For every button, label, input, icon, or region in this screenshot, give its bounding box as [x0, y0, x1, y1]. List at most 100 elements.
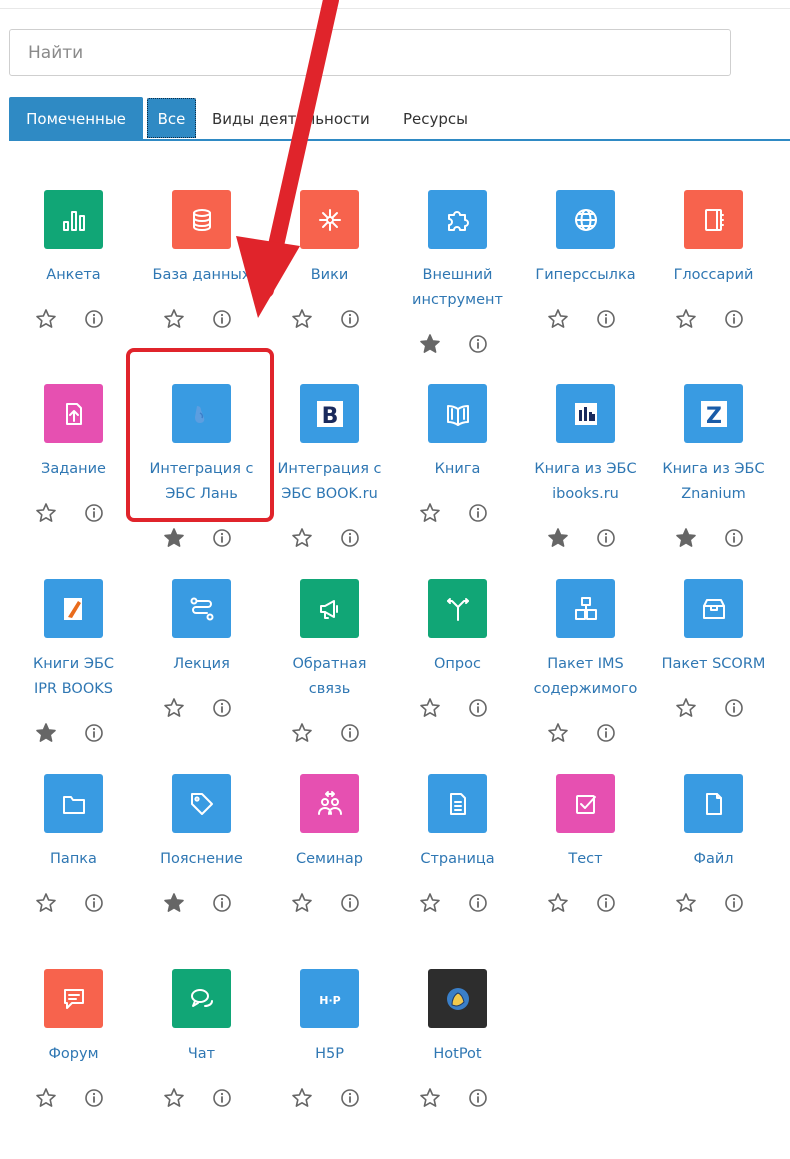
star-outline-icon[interactable] — [547, 722, 569, 744]
info-icon[interactable] — [468, 334, 488, 354]
info-icon[interactable] — [340, 1088, 360, 1108]
module-label[interactable]: Пакет IMS содержимого — [521, 652, 650, 702]
info-icon[interactable] — [468, 893, 488, 913]
module-label[interactable]: Задание — [9, 457, 138, 482]
module-tile[interactable]: Вики — [265, 190, 394, 380]
module-label[interactable]: Вики — [265, 263, 394, 288]
module-tile[interactable]: Гиперссылка — [521, 190, 650, 380]
module-tile[interactable]: Папка — [9, 774, 138, 964]
module-label[interactable]: Книги ЭБС IPR BOOKS — [9, 652, 138, 702]
module-label[interactable]: Лекция — [137, 652, 266, 677]
module-tile[interactable]: Пакет SCORM — [649, 579, 778, 769]
module-tile[interactable]: Тест — [521, 774, 650, 964]
star-outline-icon[interactable] — [675, 892, 697, 914]
star-outline-icon[interactable] — [675, 308, 697, 330]
info-icon[interactable] — [212, 893, 232, 913]
info-icon[interactable] — [84, 723, 104, 743]
star-outline-icon[interactable] — [291, 308, 313, 330]
module-label[interactable]: Чат — [137, 1042, 266, 1067]
module-tile[interactable]: Страница — [393, 774, 522, 964]
tab-resources[interactable]: Ресурсы — [403, 97, 468, 141]
info-icon[interactable] — [340, 309, 360, 329]
module-tile[interactable]: Книга из ЭБС ibooks.ru — [521, 384, 650, 574]
module-label[interactable]: HotPot — [393, 1042, 522, 1067]
module-tile[interactable]: Форум — [9, 969, 138, 1159]
module-tile[interactable]: Задание — [9, 384, 138, 574]
module-tile[interactable]: Пояснение — [137, 774, 266, 964]
star-outline-icon[interactable] — [547, 892, 569, 914]
module-label[interactable]: Опрос — [393, 652, 522, 677]
info-icon[interactable] — [340, 723, 360, 743]
star-outline-icon[interactable] — [35, 1087, 57, 1109]
star-filled-icon[interactable] — [35, 722, 57, 744]
module-label[interactable]: Книга — [393, 457, 522, 482]
tab-activities[interactable]: Виды деятельности — [212, 97, 370, 141]
info-icon[interactable] — [212, 698, 232, 718]
info-icon[interactable] — [84, 309, 104, 329]
module-tile[interactable]: Глоссарий — [649, 190, 778, 380]
module-label[interactable]: Глоссарий — [649, 263, 778, 288]
star-outline-icon[interactable] — [547, 308, 569, 330]
info-icon[interactable] — [596, 893, 616, 913]
module-tile[interactable]: Книги ЭБС IPR BOOKS — [9, 579, 138, 769]
info-icon[interactable] — [468, 503, 488, 523]
star-filled-icon[interactable] — [419, 333, 441, 355]
module-tile[interactable]: Внешний инструмент — [393, 190, 522, 380]
star-filled-icon[interactable] — [547, 527, 569, 549]
module-tile[interactable]: Опрос — [393, 579, 522, 769]
module-tile[interactable]: HotPot — [393, 969, 522, 1159]
star-outline-icon[interactable] — [291, 527, 313, 549]
module-label[interactable]: База данных — [137, 263, 266, 288]
module-label[interactable]: Анкета — [9, 263, 138, 288]
star-filled-icon[interactable] — [163, 527, 185, 549]
star-outline-icon[interactable] — [163, 697, 185, 719]
star-outline-icon[interactable] — [419, 697, 441, 719]
star-outline-icon[interactable] — [163, 1087, 185, 1109]
module-label[interactable]: Гиперссылка — [521, 263, 650, 288]
info-icon[interactable] — [212, 528, 232, 548]
info-icon[interactable] — [212, 309, 232, 329]
module-tile[interactable]: Z Книга из ЭБС Znanium — [649, 384, 778, 574]
tab-starred[interactable]: Помеченные — [9, 97, 143, 141]
module-label[interactable]: Форум — [9, 1042, 138, 1067]
info-icon[interactable] — [724, 309, 744, 329]
info-icon[interactable] — [596, 309, 616, 329]
star-outline-icon[interactable] — [35, 502, 57, 524]
star-filled-icon[interactable] — [675, 527, 697, 549]
info-icon[interactable] — [724, 698, 744, 718]
star-outline-icon[interactable] — [291, 1087, 313, 1109]
star-outline-icon[interactable] — [419, 502, 441, 524]
module-tile[interactable]: Книга — [393, 384, 522, 574]
module-label[interactable]: Внешний инструмент — [393, 263, 522, 313]
module-label[interactable]: Книга из ЭБС ibooks.ru — [521, 457, 650, 507]
info-icon[interactable] — [724, 528, 744, 548]
module-tile[interactable]: Обратная связь — [265, 579, 394, 769]
info-icon[interactable] — [596, 723, 616, 743]
module-label[interactable]: Обратная связь — [265, 652, 394, 702]
info-icon[interactable] — [84, 503, 104, 523]
module-tile[interactable]: Чат — [137, 969, 266, 1159]
module-label[interactable]: Пакет SCORM — [649, 652, 778, 677]
module-label[interactable]: Семинар — [265, 847, 394, 872]
module-tile[interactable]: Лекция — [137, 579, 266, 769]
star-outline-icon[interactable] — [675, 697, 697, 719]
info-icon[interactable] — [724, 893, 744, 913]
star-outline-icon[interactable] — [291, 892, 313, 914]
star-outline-icon[interactable] — [419, 892, 441, 914]
star-filled-icon[interactable] — [163, 892, 185, 914]
module-label[interactable]: Тест — [521, 847, 650, 872]
module-tile[interactable]: Анкета — [9, 190, 138, 380]
star-outline-icon[interactable] — [163, 308, 185, 330]
module-tile[interactable]: H·P H5P — [265, 969, 394, 1159]
module-tile[interactable]: Файл — [649, 774, 778, 964]
module-label[interactable]: H5P — [265, 1042, 394, 1067]
info-icon[interactable] — [340, 528, 360, 548]
module-label[interactable]: Книга из ЭБС Znanium — [649, 457, 778, 507]
star-outline-icon[interactable] — [291, 722, 313, 744]
info-icon[interactable] — [468, 698, 488, 718]
star-outline-icon[interactable] — [35, 308, 57, 330]
search-input[interactable] — [9, 29, 731, 76]
module-label[interactable]: Файл — [649, 847, 778, 872]
star-outline-icon[interactable] — [419, 1087, 441, 1109]
module-label[interactable]: Страница — [393, 847, 522, 872]
